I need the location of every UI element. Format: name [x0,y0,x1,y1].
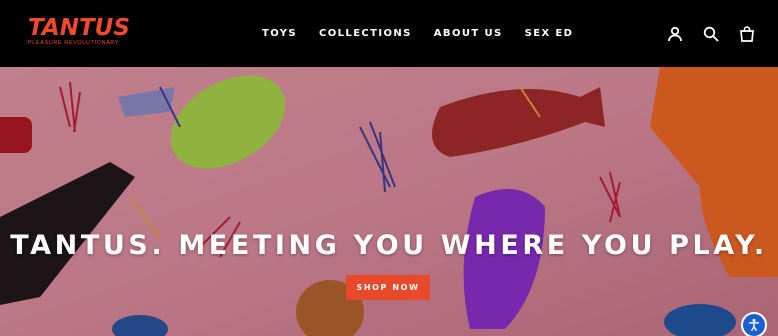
account-icon[interactable] [666,25,684,43]
site-header: TANTUS PLEASURE REVOLUTIONARY TOYS COLLE… [0,0,778,67]
hero-headline: TANTUS. MEETING YOU WHERE YOU PLAY. [10,230,768,261]
hero-banner: TANTUS. MEETING YOU WHERE YOU PLAY. SHOP… [0,67,778,336]
shop-now-button[interactable]: SHOP NOW [346,275,430,300]
main-nav: TOYS COLLECTIONS ABOUT US SEX ED [262,0,595,67]
logo-tagline: PLEASURE REVOLUTIONARY [28,40,120,46]
nav-item-collections[interactable]: COLLECTIONS [319,28,412,39]
nav-item-toys[interactable]: TOYS [262,28,297,39]
nav-item-about-us[interactable]: ABOUT US [434,28,503,39]
accessibility-icon[interactable] [741,312,767,336]
logo-wordmark: TANTUS [28,15,130,41]
cart-icon[interactable] [738,25,756,43]
nav-item-sex-ed[interactable]: SEX ED [525,28,574,39]
brand-logo[interactable]: TANTUS PLEASURE REVOLUTIONARY [28,17,140,47]
header-icons [648,0,756,67]
search-icon[interactable] [702,25,720,43]
